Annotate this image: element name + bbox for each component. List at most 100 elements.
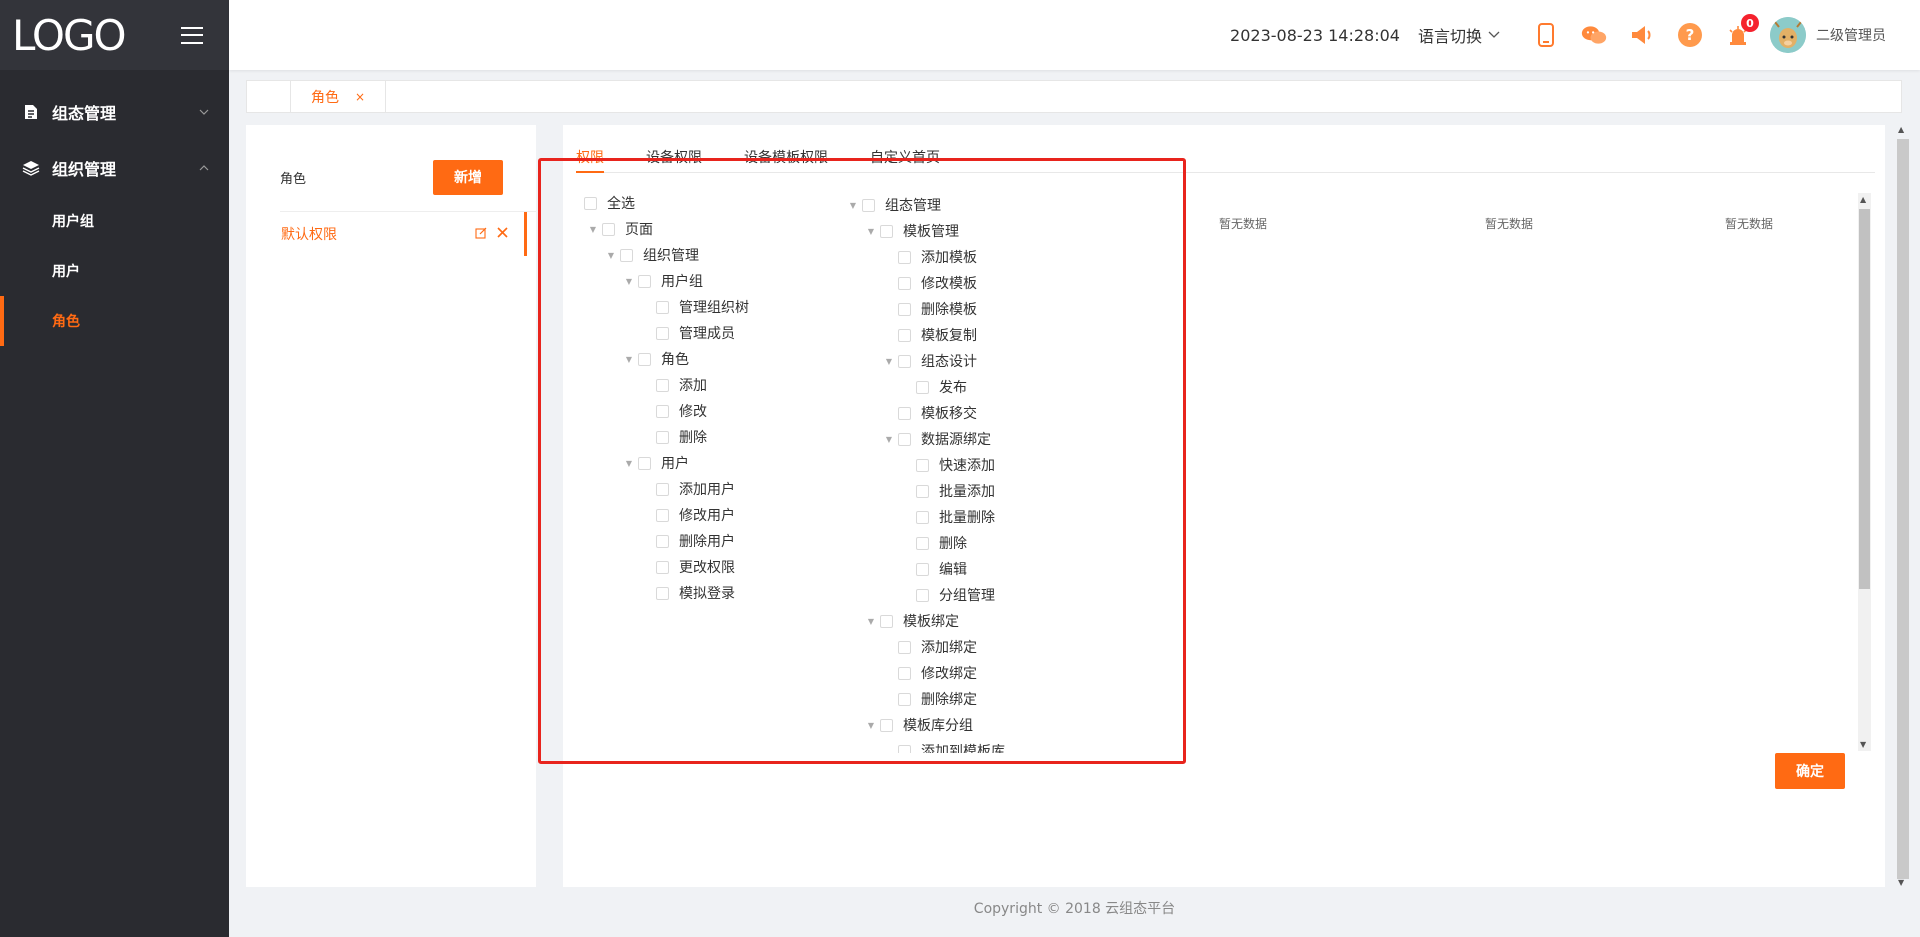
tree-checkbox[interactable] [898,744,911,753]
sidebar-item-user[interactable]: 用户 [0,246,229,296]
tree-checkbox[interactable] [916,562,929,576]
tree-checkbox[interactable] [638,456,651,470]
tree-node[interactable]: 添加到模板库 [884,741,1005,753]
tree-checkbox[interactable] [898,328,911,342]
caret-down-icon[interactable]: ▼ [884,357,894,366]
caret-down-icon[interactable]: ▼ [884,435,894,444]
caret-down-icon[interactable]: ▼ [588,225,598,234]
scroll-thumb[interactable] [1859,209,1870,589]
tree-checkbox[interactable] [916,510,929,524]
tab-custom-homepage[interactable]: 自定义首页 [870,147,940,173]
tree-node[interactable]: ▼ 组态管理 [848,195,941,215]
wechat-icon[interactable] [1581,22,1607,48]
tree-checkbox[interactable] [656,326,669,340]
tree-checkbox[interactable] [916,588,929,602]
tree-node[interactable]: 批量添加 [902,481,995,501]
tree-node[interactable]: 添加模板 [884,247,977,267]
tree-checkbox[interactable] [862,198,875,212]
close-icon[interactable]: × [355,90,365,104]
tab-role[interactable]: 角色 × [291,81,387,112]
tree-checkbox[interactable] [898,692,911,706]
caret-down-icon[interactable]: ▼ [624,277,634,286]
tab-permissions[interactable]: 权限 [576,147,604,173]
tree-node[interactable]: 添加绑定 [884,637,977,657]
page-scrollbar[interactable]: ▲ ▼ [1896,125,1910,887]
tree-node[interactable]: 管理成员 [642,323,735,343]
tree-checkbox[interactable] [656,430,669,444]
caret-down-icon[interactable]: ▼ [866,617,876,626]
tree-node[interactable]: 删除用户 [642,531,735,551]
tree-node[interactable]: 删除绑定 [884,689,977,709]
tree-node[interactable]: 模板移交 [884,403,977,423]
tree-checkbox[interactable] [898,302,911,316]
tree-checkbox[interactable] [656,482,669,496]
tree-checkbox[interactable] [898,250,911,264]
tree-checkbox[interactable] [584,196,597,210]
tree-node[interactable]: ▼ 模板管理 [866,221,959,241]
menu-group-organization[interactable]: 组织管理 [0,140,229,196]
scroll-down-icon[interactable]: ▼ [1860,740,1866,749]
caret-down-icon[interactable]: ▼ [624,355,634,364]
tree-node[interactable]: 删除 [642,427,707,447]
tree-checkbox[interactable] [880,614,893,628]
sidebar-item-user-group[interactable]: 用户组 [0,196,229,246]
scroll-down-icon[interactable]: ▼ [1898,878,1904,887]
tree-node[interactable]: ▼ 组织管理 [606,245,699,265]
tree-checkbox[interactable] [916,484,929,498]
scroll-up-icon[interactable]: ▲ [1898,125,1904,134]
tree-node[interactable]: ▼ 组态设计 [884,351,977,371]
tree-node[interactable]: 分组管理 [902,585,995,605]
tree-node[interactable]: ▼ 数据源绑定 [884,429,991,449]
tree-node[interactable]: 快速添加 [902,455,995,475]
tree-node[interactable]: 修改 [642,401,707,421]
tree-node[interactable]: 模拟登录 [642,583,735,603]
caret-down-icon[interactable]: ▼ [606,251,616,260]
tree-node[interactable]: 修改用户 [642,505,735,525]
tree-checkbox[interactable] [916,536,929,550]
tree-checkbox[interactable] [898,276,911,290]
tree-checkbox[interactable] [898,432,911,446]
tree-checkbox[interactable] [656,508,669,522]
tree-node[interactable]: ▼ 用户组 [624,271,703,291]
help-icon[interactable]: ? [1677,22,1703,48]
tree-checkbox[interactable] [620,248,633,262]
caret-down-icon[interactable]: ▼ [848,201,858,210]
caret-down-icon[interactable]: ▼ [624,459,634,468]
tree-node[interactable]: ▼ 页面 [588,219,653,239]
tree-checkbox[interactable] [656,300,669,314]
tree-node[interactable]: ▼ 模板库分组 [866,715,973,735]
tree-checkbox[interactable] [656,404,669,418]
tree-checkbox[interactable] [880,224,893,238]
tree-node[interactable]: 管理组织树 [642,297,749,317]
sidebar-item-role[interactable]: 角色 [0,296,229,346]
menu-toggle-icon[interactable] [181,26,203,44]
tree-node[interactable]: 删除模板 [884,299,977,319]
tree-node[interactable]: ▼ 模板绑定 [866,611,959,631]
user-name[interactable]: 二级管理员 [1816,25,1886,45]
tree-node[interactable]: 添加 [642,375,707,395]
tree-checkbox[interactable] [656,378,669,392]
caret-down-icon[interactable]: ▼ [866,227,876,236]
speaker-icon[interactable] [1629,22,1655,48]
tree-checkbox[interactable] [638,352,651,366]
tree-checkbox[interactable] [656,560,669,574]
tree-node[interactable]: 删除 [902,533,967,553]
tab-device-template-permissions[interactable]: 设备模板权限 [744,147,828,173]
tree-scrollbar[interactable]: ▲ ▼ [1858,193,1871,751]
tree-checkbox[interactable] [898,354,911,368]
tree-checkbox[interactable] [898,406,911,420]
confirm-button[interactable]: 确定 [1775,753,1845,789]
tree-node[interactable]: 全选 [575,193,635,213]
menu-group-configuration[interactable]: 组态管理 [0,84,229,140]
tree-checkbox[interactable] [880,718,893,732]
tree-node[interactable]: 修改模板 [884,273,977,293]
tree-checkbox[interactable] [898,640,911,654]
edit-icon[interactable] [475,227,487,242]
tab-device-permissions[interactable]: 设备权限 [646,147,702,173]
tree-node[interactable]: ▼ 角色 [624,349,689,369]
avatar[interactable] [1770,17,1806,53]
scroll-up-icon[interactable]: ▲ [1860,195,1866,204]
mobile-icon[interactable] [1533,22,1559,48]
tree-node[interactable]: 发布 [902,377,967,397]
scroll-thumb[interactable] [1897,139,1909,879]
